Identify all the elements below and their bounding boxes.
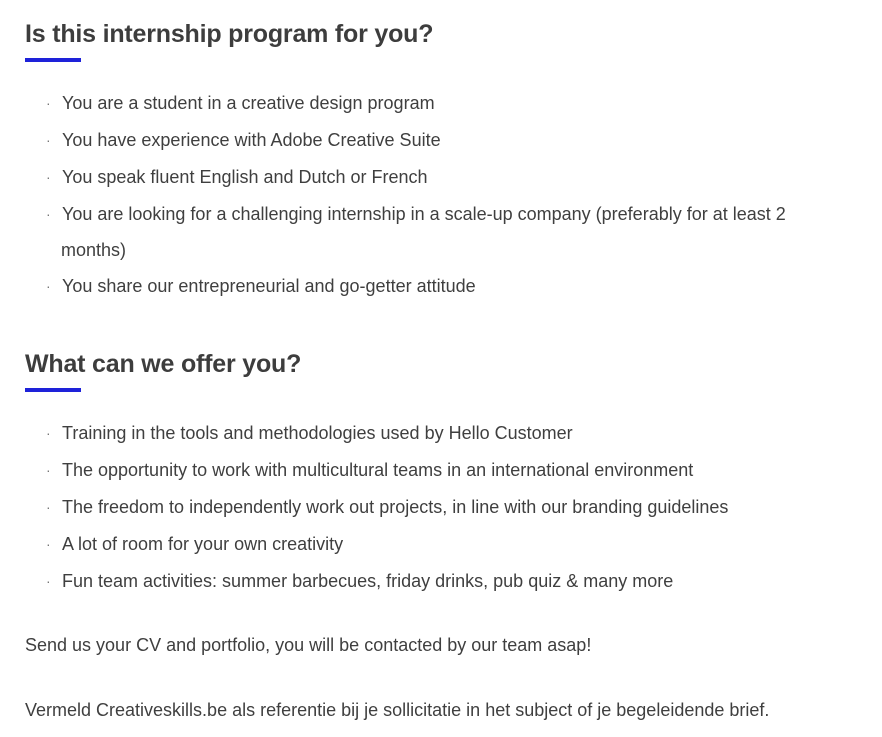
offer-list: · Training in the tools and methodologies… (0, 415, 860, 600)
section-title-internship: Is this internship program for you? (25, 20, 434, 48)
list-item: · A lot of room for your own creativity (0, 526, 860, 563)
bullet-icon: · (46, 169, 51, 185)
requirements-list: · You are a student in a creative design … (0, 85, 860, 305)
list-item: · You are looking for a challenging inter… (0, 196, 860, 268)
list-item: · You speak fluent English and Dutch or F… (0, 159, 860, 196)
bullet-icon: · (46, 95, 51, 111)
bullet-icon: · (46, 278, 51, 294)
list-item: · You have experience with Adobe Creative… (0, 122, 860, 159)
bullet-icon: · (46, 462, 51, 478)
bullet-icon: · (46, 425, 51, 441)
list-item: · Training in the tools and methodologies… (0, 415, 860, 452)
cta-paragraph: Send us your CV and portfolio, you will … (25, 635, 592, 655)
title-underline (25, 58, 81, 62)
bullet-icon: · (46, 132, 51, 148)
list-item: · Fun team activities: summer barbecues, … (0, 563, 860, 600)
list-item: · The opportunity to work with multicultu… (0, 452, 860, 489)
section-title-offer: What can we offer you? (25, 350, 302, 378)
list-item: · You are a student in a creative design … (0, 85, 860, 122)
bullet-icon: · (46, 573, 51, 589)
bullet-icon: · (46, 499, 51, 515)
list-item: · You share our entrepreneurial and go-ge… (0, 268, 860, 305)
job-description: Is this internship program for you? · You… (0, 0, 882, 737)
list-item: · The freedom to independently work out p… (0, 489, 860, 526)
bullet-icon: · (46, 206, 51, 222)
reference-paragraph: Vermeld Creativeskills.be als referentie… (25, 700, 770, 720)
bullet-icon: · (46, 536, 51, 552)
title-underline (25, 388, 81, 392)
